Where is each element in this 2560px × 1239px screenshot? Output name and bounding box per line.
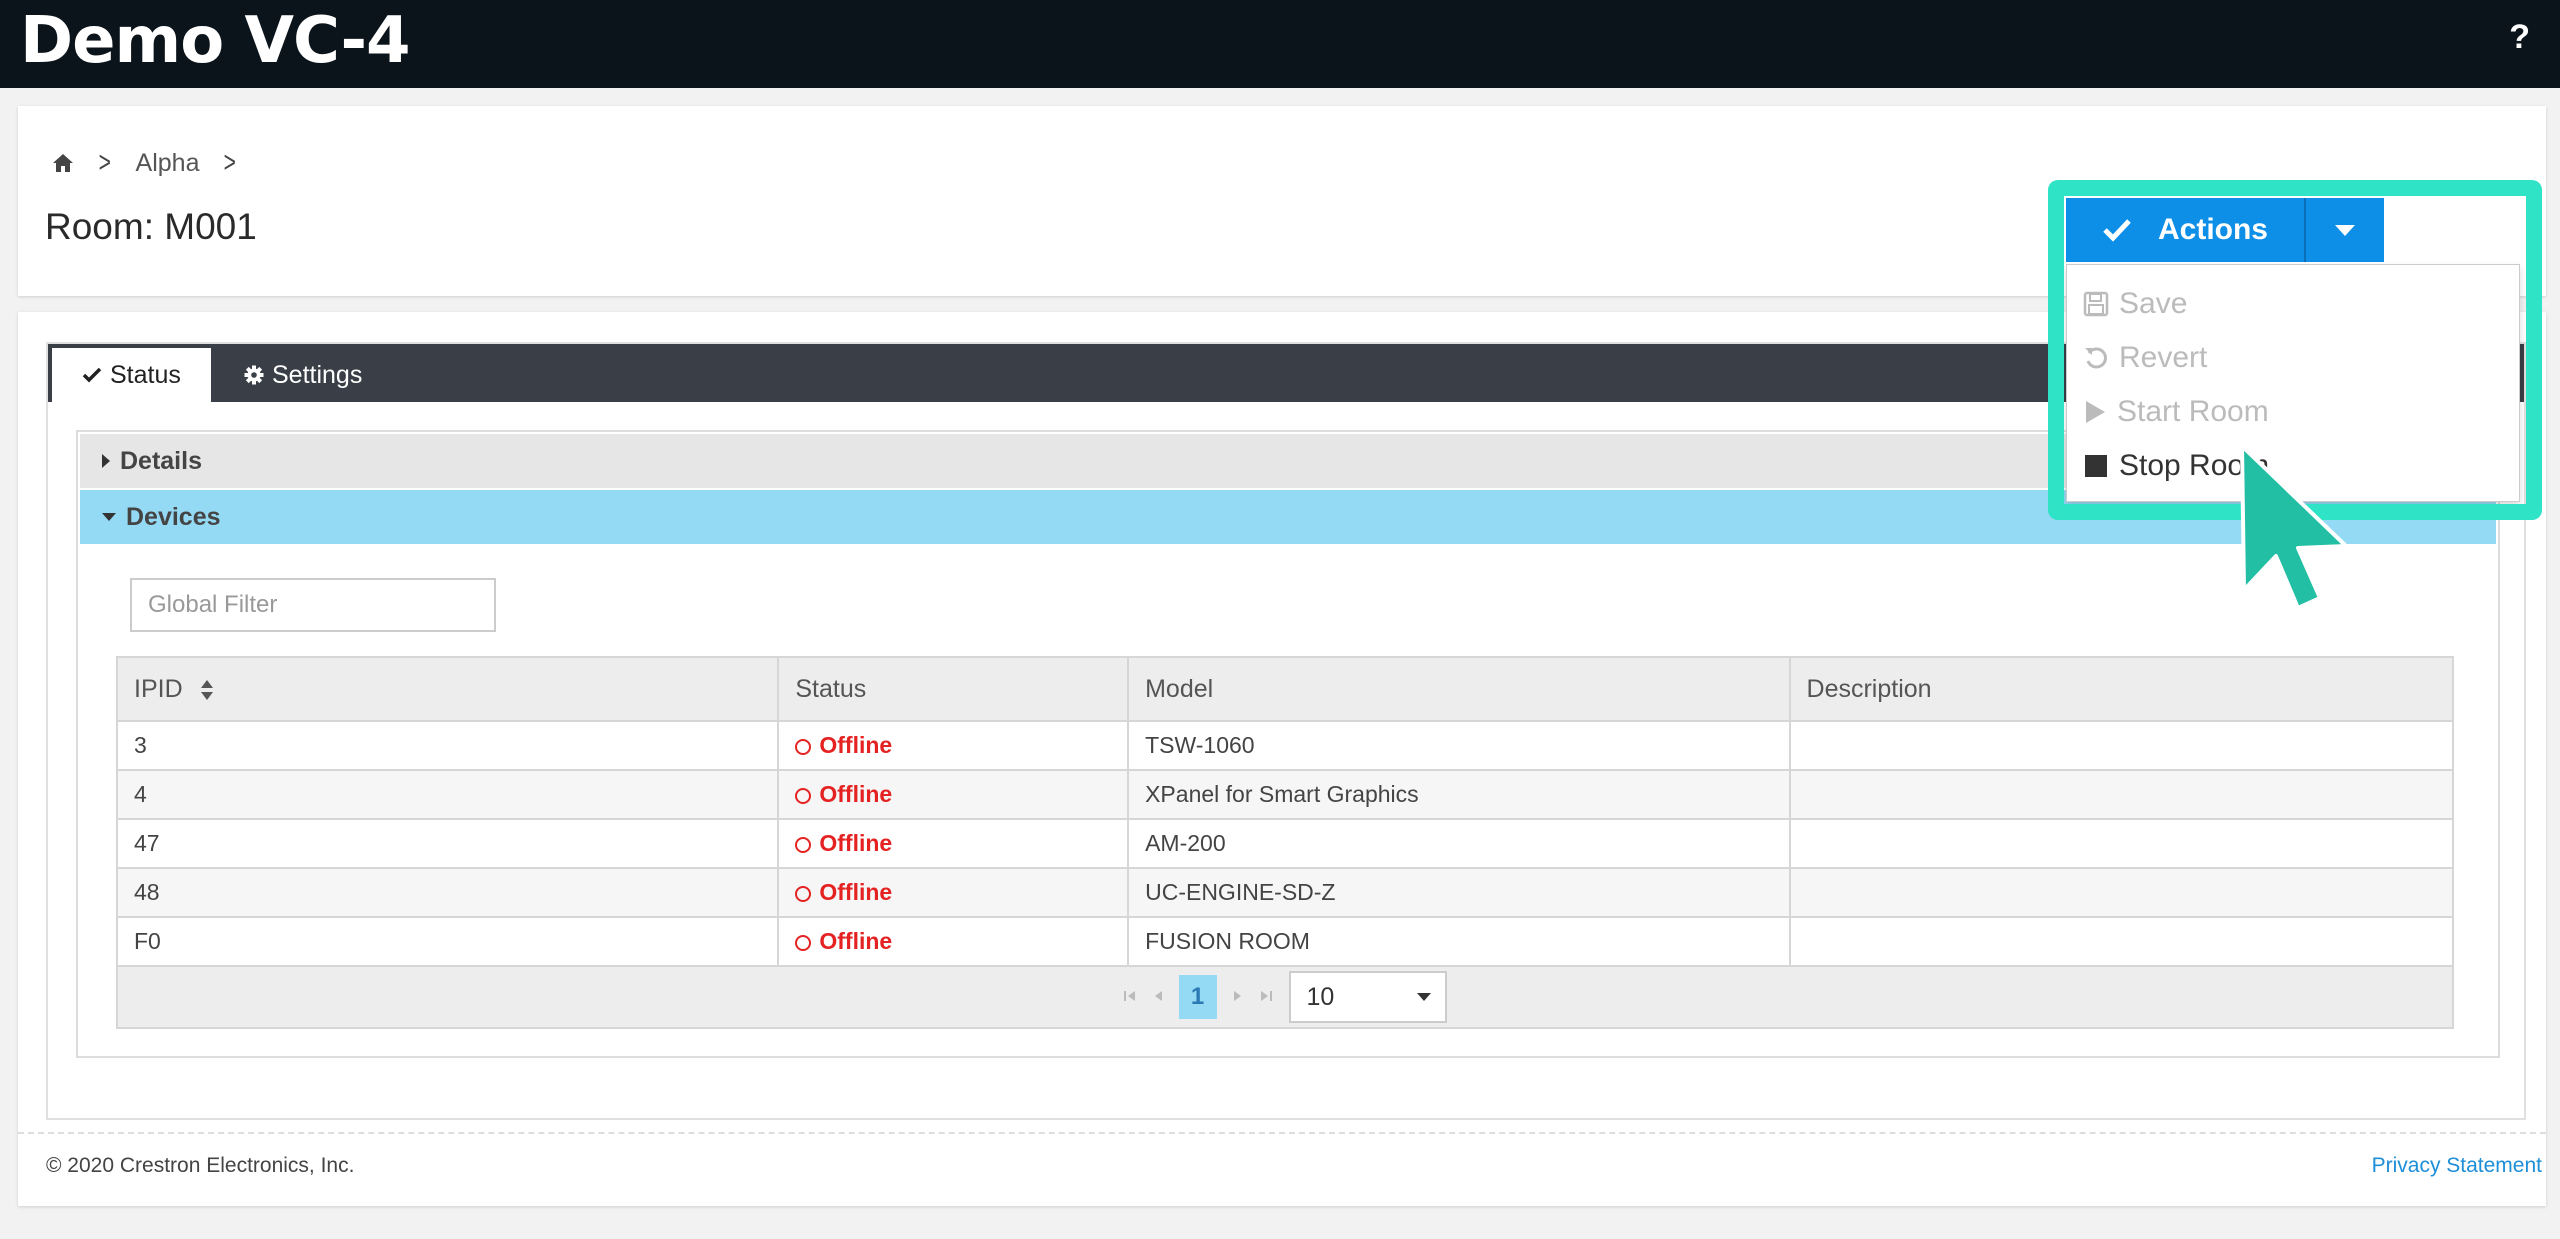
breadcrumb-item-alpha[interactable]: Alpha [136,149,200,178]
chevron-down-icon [1416,993,1431,1001]
menu-item-stop-room[interactable]: Stop Room [2067,439,2519,493]
menu-item-save-label: Save [2119,287,2188,320]
ipid-cell: F0 [115,916,780,967]
status-cell: Offline [777,867,1130,918]
status-text: Offline [819,732,893,758]
chevron-right-icon: > [98,146,111,179]
sort-icon [200,679,213,700]
ipid-cell: 48 [115,867,780,918]
status-text: Offline [819,928,893,954]
devices-label: Devices [126,502,221,531]
model-cell: UC-ENGINE-SD-Z [1127,867,1791,918]
model-cell: TSW-1060 [1127,720,1791,771]
description-cell [1788,769,2455,820]
devices-table: IPID Status Model Description 3 Offline … [115,656,2455,1029]
pagination-row: 1 10 [116,965,2454,1029]
play-icon [2086,401,2105,423]
status-text: Offline [819,879,893,905]
first-page-icon[interactable] [1123,987,1137,1008]
actions-button-group: Actions [2066,198,2384,262]
offline-status-icon [795,934,812,951]
next-page-icon[interactable] [1233,987,1243,1008]
menu-item-revert-label: Revert [2119,341,2208,374]
tab-settings[interactable]: Settings [214,348,392,402]
stop-icon [2085,455,2107,477]
status-text: Offline [819,781,893,807]
check-icon [82,367,102,383]
ipid-header-label: IPID [134,674,183,703]
ipid-cell: 4 [115,769,780,820]
rows-per-page-value: 10 [1306,982,1335,1011]
gear-icon [244,365,264,385]
actions-button[interactable]: Actions [2066,198,2304,262]
status-cell: Offline [777,916,1130,967]
status-tab-content: Details Devices IPID Status [76,430,2500,1058]
global-filter-input[interactable] [130,578,496,632]
check-icon [2103,219,2131,242]
menu-item-start-room-label: Start Room [2117,395,2269,428]
status-cell: Offline [777,769,1130,820]
status-text: Offline [819,830,893,856]
offline-status-icon [795,787,812,804]
footer-divider [18,1132,2546,1134]
paginator: 1 10 [1123,971,1447,1023]
table-row[interactable]: F0 Offline FUSION ROOM [115,916,2455,967]
column-header-ipid[interactable]: IPID [115,656,780,722]
status-cell: Offline [777,818,1130,869]
table-row[interactable]: 3 Offline TSW-1060 [115,720,2455,771]
caret-down-icon [2335,224,2355,236]
pagination-cell: 1 10 [116,965,2454,1029]
page-title: Room: M001 [45,206,257,247]
tab-status[interactable]: Status [52,348,211,402]
column-header-model: Model [1127,656,1791,722]
caret-down-icon [102,513,116,521]
table-row[interactable]: 47 Offline AM-200 [115,818,2455,869]
offline-status-icon [795,738,812,755]
column-header-status: Status [777,656,1130,722]
caret-right-icon [102,454,110,468]
menu-item-save[interactable]: Save [2067,277,2519,331]
ipid-cell: 47 [115,818,780,869]
breadcrumb: > Alpha > [52,146,239,180]
status-cell: Offline [777,720,1130,771]
table-row[interactable]: 48 Offline UC-ENGINE-SD-Z [115,867,2455,918]
rows-per-page-select[interactable]: 10 [1288,971,1447,1023]
chevron-right-icon: > [224,146,237,179]
column-header-description: Description [1788,656,2455,722]
description-cell [1788,818,2455,869]
prev-page-icon[interactable] [1153,987,1163,1008]
tab-status-label: Status [110,360,181,389]
model-cell: XPanel for Smart Graphics [1127,769,1791,820]
model-cell: FUSION ROOM [1127,916,1791,967]
help-button[interactable]: ? [2509,18,2530,57]
revert-icon [2085,347,2107,369]
actions-label: Actions [2157,213,2268,246]
description-cell [1788,916,2455,967]
top-bar: Demo VC-4 ? [0,0,2560,88]
actions-dropdown-toggle[interactable] [2304,198,2384,262]
menu-item-revert[interactable]: Revert [2067,331,2519,385]
offline-status-icon [795,885,812,902]
save-icon [2083,291,2109,317]
privacy-statement-link[interactable]: Privacy Statement [2372,1154,2542,1178]
page-number-button[interactable]: 1 [1178,975,1217,1019]
menu-item-start-room[interactable]: Start Room [2067,385,2519,439]
offline-status-icon [795,836,812,853]
details-label: Details [120,446,202,475]
app-title: Demo VC-4 [20,4,411,78]
ipid-cell: 3 [115,720,780,771]
table-header-row: IPID Status Model Description [115,656,2455,722]
description-cell [1788,720,2455,771]
model-cell: AM-200 [1127,818,1791,869]
last-page-icon[interactable] [1259,987,1273,1008]
table-row[interactable]: 4 Offline XPanel for Smart Graphics [115,769,2455,820]
menu-item-stop-room-label: Stop Room [2119,449,2270,482]
copyright-text: © 2020 Crestron Electronics, Inc. [46,1154,355,1177]
description-cell [1788,867,2455,918]
home-icon[interactable] [52,153,74,173]
tab-settings-label: Settings [272,360,363,389]
actions-dropdown-menu: Save Revert Start Room Stop Room [2066,264,2520,502]
